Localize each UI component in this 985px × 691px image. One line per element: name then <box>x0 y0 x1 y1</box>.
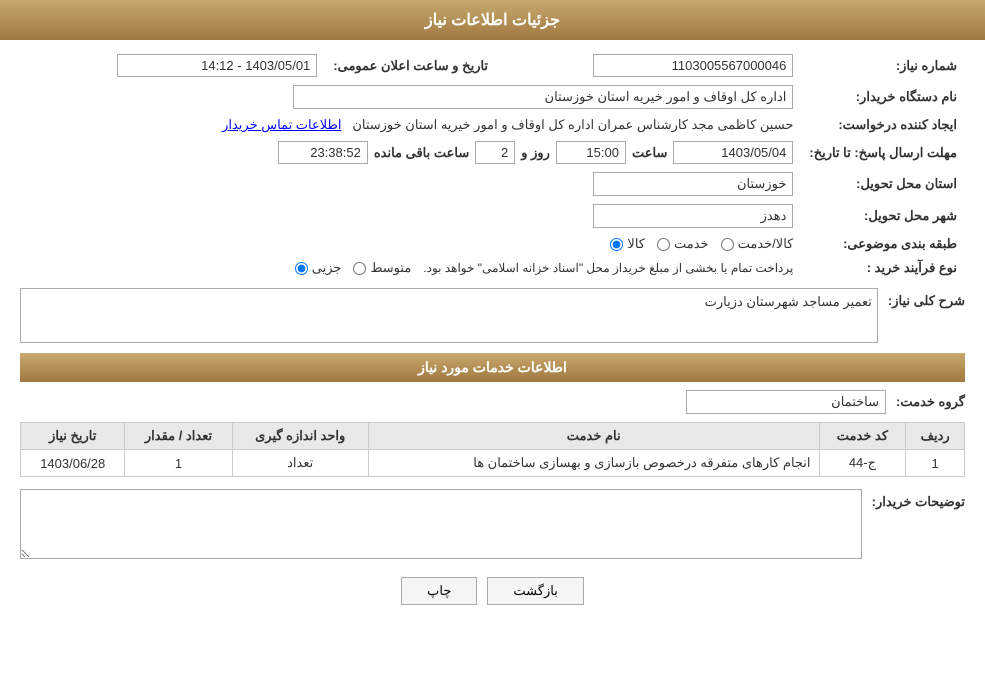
need-number-label: شماره نیاز: <box>801 50 965 81</box>
process-partial-label: جزیی <box>312 260 342 276</box>
page-title: جزئیات اطلاعات نیاز <box>0 0 985 40</box>
process-label: نوع فرآیند خرید : <box>801 256 965 280</box>
creator-name: حسین کاظمی مجد کارشناس عمران اداره کل او… <box>352 117 793 132</box>
category-kala-khidmat-label: کالا/خدمت <box>738 236 794 252</box>
buyer-org-box: اداره کل اوقاف و امور خیریه استان خوزستا… <box>293 85 793 109</box>
process-partial-radio[interactable] <box>295 262 308 275</box>
services-section-title: اطلاعات خدمات مورد نیاز <box>20 353 965 382</box>
category-khidmat-radio[interactable] <box>657 238 670 251</box>
creator-value: حسین کاظمی مجد کارشناس عمران اداره کل او… <box>20 113 801 137</box>
creator-contact-link[interactable]: اطلاعات تماس خریدار <box>222 117 341 132</box>
service-group-box: ساختمان <box>686 390 886 414</box>
cell-service-code: ج-44 <box>819 450 906 477</box>
col-unit: واحد اندازه گیری <box>232 423 368 450</box>
announcement-date-value: 1403/05/01 - 14:12 <box>20 50 325 81</box>
deadline-time-label: ساعت <box>632 145 667 161</box>
need-number-value: 1103005567000046 <box>496 50 801 81</box>
process-value: پرداخت تمام یا بخشی از مبلغ خریداز محل "… <box>20 256 801 280</box>
table-row: 1 ج-44 انجام کارهای متفرقه درخصوص بازساز… <box>21 450 965 477</box>
deadline-day-label: روز و <box>521 145 550 161</box>
col-rownum: ردیف <box>906 423 965 450</box>
buyer-notes-textarea[interactable] <box>20 489 862 559</box>
button-row: بازگشت چاپ <box>20 577 965 605</box>
deadline-remaining-box: 23:38:52 <box>278 141 368 164</box>
process-note: پرداخت تمام یا بخشی از مبلغ خریداز محل "… <box>423 261 793 275</box>
deadline-remaining-label: ساعت باقی مانده <box>374 145 469 161</box>
cell-rownum: 1 <box>906 450 965 477</box>
deadline-label: مهلت ارسال پاسخ: تا تاریخ: <box>801 137 965 168</box>
col-service-name: نام خدمت <box>368 423 819 450</box>
category-kala-khidmat-radio[interactable] <box>721 238 734 251</box>
main-info-table: شماره نیاز: 1103005567000046 تاریخ و ساع… <box>20 50 965 280</box>
deadline-date-box: 1403/05/04 <box>673 141 793 164</box>
category-label: طبقه بندی موضوعی: <box>801 232 965 256</box>
deadline-time-box: 15:00 <box>556 141 626 164</box>
description-box: تعمیر مساجد شهرستان دزیارت <box>20 288 878 343</box>
col-service-code: کد خدمت <box>819 423 906 450</box>
description-label: شرح کلی نیاز: <box>888 293 965 309</box>
cell-date: 1403/06/28 <box>21 450 125 477</box>
category-kala-khidmat: کالا/خدمت <box>721 236 794 252</box>
creator-label: ایجاد کننده درخواست: <box>801 113 965 137</box>
buyer-notes-label: توضیحات خریدار: <box>872 494 965 510</box>
announcement-date-label: تاریخ و ساعت اعلان عمومی: <box>325 50 496 81</box>
city-value: دهدز <box>20 200 801 232</box>
services-table: ردیف کد خدمت نام خدمت واحد اندازه گیری ت… <box>20 422 965 477</box>
deadline-value: 1403/05/04 ساعت 15:00 روز و 2 ساعت باقی … <box>20 137 801 168</box>
cell-unit: تعداد <box>232 450 368 477</box>
need-number-box: 1103005567000046 <box>593 54 793 77</box>
announcement-date-box: 1403/05/01 - 14:12 <box>117 54 317 77</box>
city-box: دهدز <box>593 204 793 228</box>
cell-service-name: انجام کارهای متفرقه درخصوص بازسازی و بهس… <box>368 450 819 477</box>
buyer-org-label: نام دستگاه خریدار: <box>801 81 965 113</box>
city-label: شهر محل تحویل: <box>801 200 965 232</box>
province-label: استان محل تحویل: <box>801 168 965 200</box>
process-medium: متوسط <box>353 260 411 276</box>
back-button[interactable]: بازگشت <box>487 577 583 605</box>
process-partial: جزیی <box>295 260 342 276</box>
category-khidmat-label: خدمت <box>674 236 709 252</box>
col-quantity: تعداد / مقدار <box>125 423 232 450</box>
category-kala-radio[interactable] <box>610 238 623 251</box>
category-value: کالا/خدمت خدمت کالا <box>20 232 801 256</box>
process-medium-radio[interactable] <box>353 262 366 275</box>
service-group-label: گروه خدمت: <box>896 394 965 410</box>
deadline-days-box: 2 <box>475 141 515 164</box>
print-button[interactable]: چاپ <box>401 577 477 605</box>
cell-quantity: 1 <box>125 450 232 477</box>
col-date: تاریخ نیاز <box>21 423 125 450</box>
buyer-org-value: اداره کل اوقاف و امور خیریه استان خوزستا… <box>20 81 801 113</box>
category-kala: کالا <box>610 236 645 252</box>
category-khidmat: خدمت <box>657 236 709 252</box>
province-box: خوزستان <box>593 172 793 196</box>
province-value: خوزستان <box>20 168 801 200</box>
category-kala-label: کالا <box>627 236 645 252</box>
process-medium-label: متوسط <box>370 260 411 276</box>
